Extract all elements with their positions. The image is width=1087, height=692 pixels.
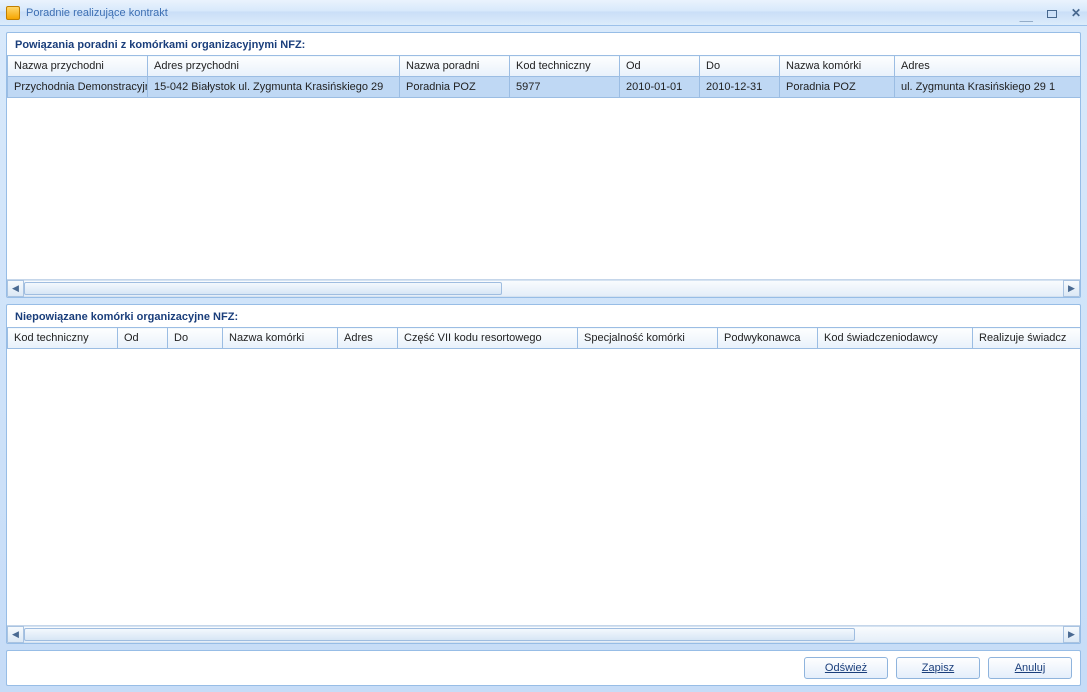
col-do[interactable]: Do — [168, 328, 223, 349]
col-od[interactable]: Od — [620, 56, 700, 77]
minimize-button[interactable]: __ — [1020, 9, 1033, 23]
table-row[interactable]: Przychodnia Demonstracyjna 15-042 Białys… — [8, 77, 1081, 98]
cell: 15-042 Białystok ul. Zygmunta Krasińskie… — [148, 77, 400, 98]
col-nazwa-przychodni[interactable]: Nazwa przychodni — [8, 56, 148, 77]
linked-clinics-table[interactable]: Nazwa przychodni Adres przychodni Nazwa … — [7, 55, 1080, 98]
col-adres[interactable]: Adres — [338, 328, 398, 349]
cancel-button-label: Anuluj — [1015, 662, 1046, 674]
linked-clinics-hscroll[interactable]: ◀ ▶ — [7, 279, 1080, 297]
col-od[interactable]: Od — [118, 328, 168, 349]
scroll-right-button[interactable]: ▶ — [1063, 626, 1080, 643]
cancel-button[interactable]: Anuluj — [988, 657, 1072, 679]
col-specjalnosc[interactable]: Specjalność komórki — [578, 328, 718, 349]
scroll-left-button[interactable]: ◀ — [7, 626, 24, 643]
cell: 5977 — [510, 77, 620, 98]
scroll-right-button[interactable]: ▶ — [1063, 280, 1080, 297]
scroll-track[interactable] — [24, 280, 1063, 297]
unlinked-cells-panel: Niepowiązane komórki organizacyjne NFZ: … — [6, 304, 1081, 644]
cell: ul. Zygmunta Krasińskiego 29 1 — [895, 77, 1081, 98]
col-realizuje[interactable]: Realizuje świadcz — [973, 328, 1081, 349]
col-podwykonawca[interactable]: Podwykonawca — [718, 328, 818, 349]
maximize-button[interactable] — [1047, 10, 1057, 18]
scroll-left-button[interactable]: ◀ — [7, 280, 24, 297]
table-header-row: Nazwa przychodni Adres przychodni Nazwa … — [8, 56, 1081, 77]
col-adres[interactable]: Adres — [895, 56, 1081, 77]
unlinked-cells-title: Niepowiązane komórki organizacyjne NFZ: — [7, 305, 1080, 327]
col-nazwa-komorki[interactable]: Nazwa komórki — [780, 56, 895, 77]
window-title: Poradnie realizujące kontrakt — [26, 7, 1020, 19]
col-kod-techniczny[interactable]: Kod techniczny — [8, 328, 118, 349]
app-icon — [6, 6, 20, 20]
table-header-row: Kod techniczny Od Do Nazwa komórki Adres… — [8, 328, 1081, 349]
col-nazwa-poradni[interactable]: Nazwa poradni — [400, 56, 510, 77]
col-adres-przychodni[interactable]: Adres przychodni — [148, 56, 400, 77]
linked-clinics-panel: Powiązania poradni z komórkami organizac… — [6, 32, 1081, 298]
scroll-thumb[interactable] — [24, 282, 502, 295]
col-kod-techniczny[interactable]: Kod techniczny — [510, 56, 620, 77]
cell: Poradnia POZ — [400, 77, 510, 98]
cell: 2010-12-31 — [700, 77, 780, 98]
title-bar: Poradnie realizujące kontrakt __ ✕ — [0, 0, 1087, 26]
scroll-thumb[interactable] — [24, 628, 855, 641]
col-czesc-vii[interactable]: Część VII kodu resortowego — [398, 328, 578, 349]
refresh-button[interactable]: Odśwież — [804, 657, 888, 679]
linked-clinics-title: Powiązania poradni z komórkami organizac… — [7, 33, 1080, 55]
col-kod-swiadczeniodawcy[interactable]: Kod świadczeniodawcy — [818, 328, 973, 349]
save-button-label: Zapisz — [922, 662, 954, 674]
save-button[interactable]: Zapisz — [896, 657, 980, 679]
col-nazwa-komorki[interactable]: Nazwa komórki — [223, 328, 338, 349]
action-bar: Odśwież Zapisz Anuluj — [6, 650, 1081, 686]
cell: Poradnia POZ — [780, 77, 895, 98]
close-button[interactable]: ✕ — [1071, 6, 1081, 20]
unlinked-cells-table[interactable]: Kod techniczny Od Do Nazwa komórki Adres… — [7, 327, 1080, 349]
unlinked-cells-hscroll[interactable]: ◀ ▶ — [7, 625, 1080, 643]
col-do[interactable]: Do — [700, 56, 780, 77]
window-controls: __ ✕ — [1020, 6, 1081, 20]
scroll-track[interactable] — [24, 626, 1063, 643]
cell: 2010-01-01 — [620, 77, 700, 98]
cell: Przychodnia Demonstracyjna — [8, 77, 148, 98]
refresh-button-label: Odśwież — [825, 662, 867, 674]
